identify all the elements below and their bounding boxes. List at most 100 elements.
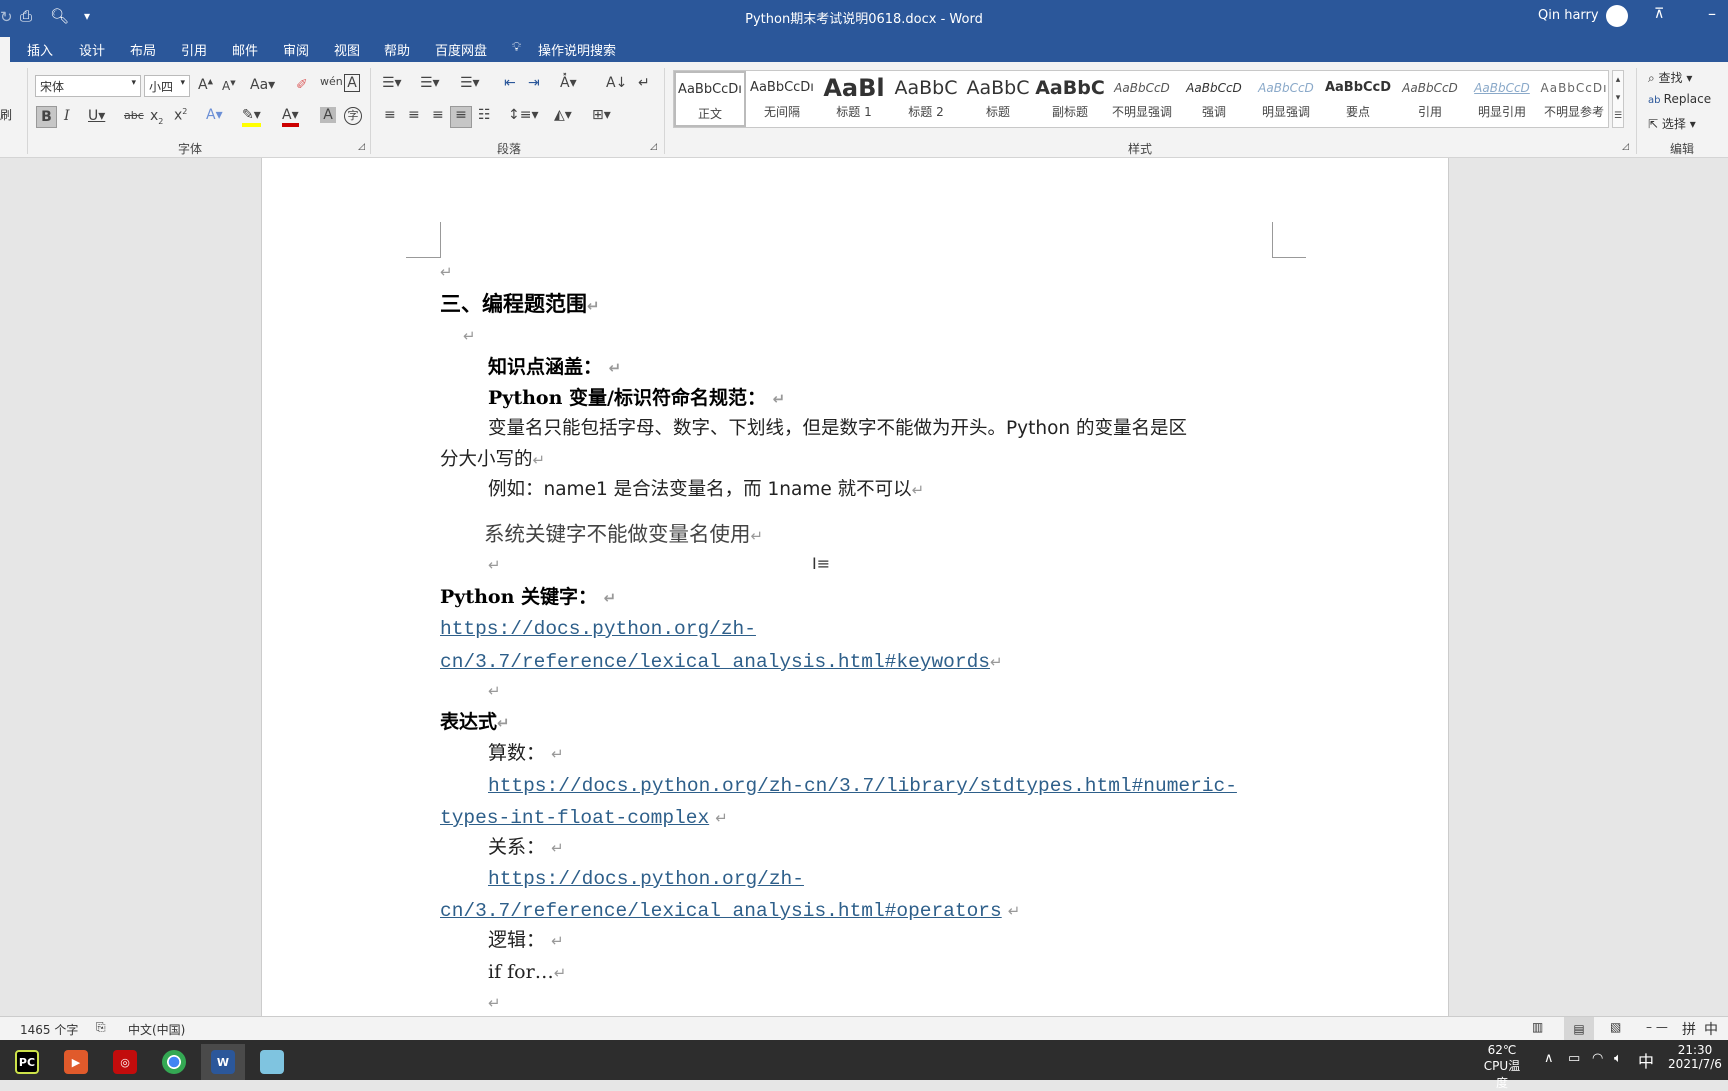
proofing-icon[interactable]: ⎘ — [96, 1020, 106, 1035]
tell-me-search[interactable]: 操作说明搜索 — [538, 40, 616, 59]
character-shading-icon[interactable]: A — [320, 107, 336, 123]
print-layout-icon[interactable]: ▤ — [1564, 1017, 1594, 1041]
grow-font-icon[interactable]: A▲ — [198, 77, 213, 93]
font-name-combo[interactable]: 宋体 ▾ — [35, 75, 141, 97]
font-color-icon[interactable]: A▾ — [282, 107, 299, 127]
font-size-combo[interactable]: 小四 ▾ — [144, 75, 190, 97]
shading-icon[interactable]: ◭▾ — [554, 107, 572, 123]
arithmetic-link-cont[interactable]: types-int-float-complex — [440, 807, 709, 829]
user-name[interactable]: Qin harry — [1538, 8, 1599, 23]
justify-button[interactable]: ≡ — [450, 106, 472, 128]
arithmetic-link[interactable]: https://docs.python.org/zh-cn/3.7/librar… — [488, 774, 1237, 798]
tab-home-active[interactable] — [0, 37, 10, 62]
wifi-icon[interactable]: ◠ — [1592, 1051, 1603, 1066]
chinese-layout-icon[interactable]: A̽▾ — [560, 75, 577, 91]
battery-icon[interactable]: ▭ — [1568, 1051, 1580, 1066]
clear-format-icon[interactable]: ✐ — [296, 77, 308, 93]
underline-button[interactable]: U▾ — [88, 108, 105, 124]
style-7[interactable]: AaBbCcD 强调 — [1178, 71, 1250, 127]
read-mode-icon[interactable]: ▥ — [1532, 1020, 1543, 1034]
italic-button[interactable]: I — [64, 108, 70, 124]
operators-link[interactable]: https://docs.python.org/zh- — [488, 867, 804, 891]
styles-dialog-launcher[interactable]: ◿ — [1622, 142, 1629, 152]
align-left-icon[interactable]: ≡ — [384, 107, 396, 123]
distributed-icon[interactable]: ☷ — [478, 107, 491, 123]
style-2[interactable]: AaBl 标题 1 — [818, 71, 890, 127]
style-1[interactable]: AaBbCcDı 无间隔 — [746, 71, 818, 127]
sort-icon[interactable]: A↓ — [606, 75, 627, 91]
replace-button[interactable]: ab Replace — [1648, 92, 1711, 106]
cpu-temp[interactable]: 62℃ CPU温度 — [1478, 1043, 1526, 1091]
borders-icon[interactable]: ⊞▾ — [592, 107, 611, 123]
style-10[interactable]: AaBbCcD 引用 — [1394, 71, 1466, 127]
style-4[interactable]: AaBbC 标题 — [962, 71, 1034, 127]
text-effects-icon[interactable]: A▾ — [206, 107, 223, 123]
subscript-button[interactable]: x2 — [150, 108, 163, 126]
ime-mode[interactable]: 拼 — [1682, 1019, 1696, 1039]
style-5[interactable]: AaBbC 副标题 — [1034, 71, 1106, 127]
show-marks-icon[interactable]: ↵ — [638, 75, 650, 91]
input-method[interactable]: 中 — [1638, 1048, 1654, 1072]
decrease-indent-icon[interactable]: ⇤ — [504, 75, 516, 91]
keywords-link-cont[interactable]: cn/3.7/reference/lexical_analysis.html#k… — [440, 651, 990, 673]
taskbar-pycharm[interactable]: PC — [7, 1044, 47, 1080]
style-3[interactable]: AaBbC 标题 2 — [890, 71, 962, 127]
language[interactable]: 中文(中国) — [128, 1021, 185, 1038]
align-right-icon[interactable]: ≡ — [432, 107, 444, 123]
strikethrough-button[interactable]: abc — [124, 109, 144, 122]
highlight-color-icon[interactable]: ✎▾ — [242, 107, 261, 127]
numbering-icon[interactable]: ☰▾ — [420, 75, 440, 91]
gallery-scroll[interactable]: ▴ ▾ ☰ — [1612, 70, 1624, 128]
style-11[interactable]: AaBbCcD 明显引用 — [1466, 71, 1538, 127]
tab-layout[interactable]: 布局 — [130, 40, 156, 59]
clock[interactable]: 21:30 2021/7/6 — [1664, 1043, 1726, 1071]
operators-link-cont[interactable]: cn/3.7/reference/lexical_analysis.html#o… — [440, 900, 1002, 922]
paragraph-dialog-launcher[interactable]: ◿ — [650, 142, 657, 152]
tab-insert[interactable]: 插入 — [27, 40, 53, 59]
find-button[interactable]: ⌕ 查找 ▾ — [1648, 69, 1692, 86]
superscript-button[interactable]: x2 — [174, 107, 187, 124]
taskbar-netease-music[interactable]: ◎ — [105, 1044, 145, 1080]
tab-baidu-netdisk[interactable]: 百度网盘 — [435, 40, 487, 59]
style-8[interactable]: AaBbCcD 明显强调 — [1250, 71, 1322, 127]
volume-icon[interactable]: 🔈︎ — [1614, 1051, 1622, 1066]
style-9[interactable]: AaBbCcD 要点 — [1322, 71, 1394, 127]
minimize-button[interactable]: – — [1708, 4, 1716, 23]
bold-button[interactable]: B — [36, 106, 57, 128]
avatar[interactable] — [1606, 5, 1628, 27]
word-count[interactable]: 1465 个字 — [20, 1021, 78, 1038]
style-0[interactable]: AaBbCcDı 正文 — [674, 71, 746, 127]
align-center-icon[interactable]: ≡ — [408, 107, 420, 123]
tab-mailings[interactable]: 邮件 — [232, 40, 258, 59]
enclose-character-icon[interactable]: 字 — [344, 107, 362, 125]
ribbon-display-options-icon[interactable]: ⊼ — [1654, 6, 1664, 22]
format-painter-label[interactable]: 刷 — [0, 106, 12, 123]
tab-references[interactable]: 引用 — [181, 40, 207, 59]
taskbar-word[interactable]: W — [201, 1044, 245, 1080]
tab-help[interactable]: 帮助 — [384, 40, 410, 59]
font-dialog-launcher[interactable]: ◿ — [358, 142, 365, 152]
multilevel-list-icon[interactable]: ☰▾ — [460, 75, 480, 91]
shrink-font-icon[interactable]: A▼ — [222, 79, 236, 93]
tab-view[interactable]: 视图 — [334, 40, 360, 59]
select-button[interactable]: ⇱ 选择 ▾ — [1648, 115, 1696, 132]
tab-design[interactable]: 设计 — [79, 40, 105, 59]
taskbar-chrome[interactable] — [154, 1044, 194, 1080]
ime-lang[interactable]: 中 — [1704, 1019, 1718, 1039]
tab-review[interactable]: 审阅 — [283, 40, 309, 59]
change-case-icon[interactable]: Aa▾ — [250, 77, 275, 93]
increase-indent-icon[interactable]: ⇥ — [528, 75, 540, 91]
taskbar-photos[interactable] — [252, 1044, 292, 1080]
zoom-slider[interactable]: – — — [1646, 1020, 1668, 1034]
line-spacing-icon[interactable]: ↕≡▾ — [508, 107, 539, 123]
show-hidden-icons[interactable]: ∧ — [1544, 1051, 1554, 1066]
keywords-link[interactable]: https://docs.python.org/zh- — [440, 617, 756, 641]
font-group-label: 字体 — [178, 142, 203, 156]
phonetic-guide-icon[interactable]: wén — [320, 75, 343, 88]
web-layout-icon[interactable]: ▧ — [1610, 1020, 1621, 1034]
character-border-icon[interactable]: A — [344, 74, 360, 92]
taskbar-app[interactable]: ▶ — [56, 1044, 96, 1080]
bullets-icon[interactable]: ☰▾ — [382, 75, 402, 91]
style-6[interactable]: AaBbCcD 不明显强调 — [1106, 71, 1178, 127]
style-12[interactable]: AaBbCcDı 不明显参考 — [1538, 71, 1610, 127]
